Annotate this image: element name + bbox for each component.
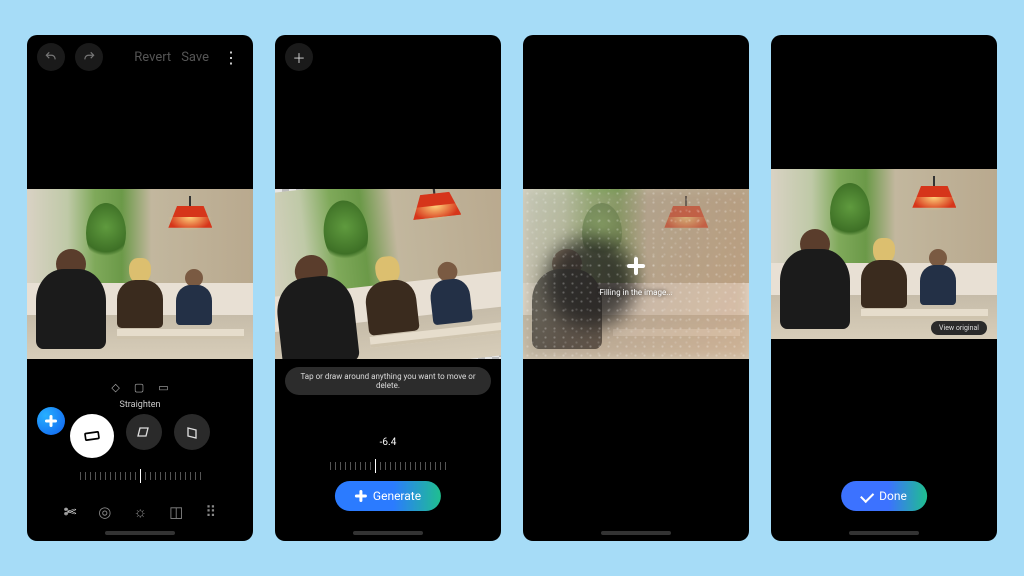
tab-more-icon[interactable]: ⠿	[205, 503, 216, 521]
check-icon	[860, 489, 874, 503]
home-indicator	[353, 531, 423, 535]
sparkle-icon	[355, 490, 367, 502]
selection-hint: Tap or draw around anything you want to …	[285, 367, 491, 395]
aspect-mode-row: ◇ ▢ ▭	[27, 381, 253, 394]
photo-preview[interactable]	[27, 189, 253, 359]
editor-tab-bar: ✄ ◎ ☼ ◫ ⠿	[27, 503, 253, 521]
generate-button-label: Generate	[373, 489, 421, 503]
skew-vertical-button[interactable]	[174, 414, 210, 450]
magic-editor-loading-screen: Filling in the image...	[523, 35, 749, 541]
save-button[interactable]: Save	[181, 50, 209, 65]
filling-label: Filling in the image...	[599, 288, 672, 297]
restaurant-scene-image	[275, 189, 501, 359]
done-button-label: Done	[879, 489, 907, 503]
tab-light-icon[interactable]: ☼	[133, 503, 147, 521]
aspect-free-icon[interactable]: ◇	[111, 381, 119, 394]
sparkle-icon	[627, 257, 645, 275]
tab-filter-icon[interactable]: ◫	[169, 503, 183, 521]
revert-button[interactable]: Revert	[134, 50, 171, 65]
home-indicator	[601, 531, 671, 535]
aspect-original-icon[interactable]: ▢	[134, 381, 144, 394]
view-original-chip[interactable]: View original	[931, 321, 987, 335]
redo-button[interactable]	[75, 43, 103, 71]
home-indicator	[849, 531, 919, 535]
photo-editor-crop-screen: Revert Save ⋮ ◇ ▢ ▭ Straighten	[27, 35, 253, 541]
straighten-label: Straighten	[27, 400, 253, 410]
home-indicator	[105, 531, 175, 535]
done-button[interactable]: Done	[841, 481, 927, 511]
aspect-square-icon[interactable]: ▭	[158, 381, 168, 394]
magic-editor-select-screen: ＋ Tap or draw around anything you want t…	[275, 35, 501, 541]
top-bar: ＋	[275, 35, 501, 79]
tab-crop-icon[interactable]: ✄	[64, 503, 77, 521]
magic-editor-result-screen: View original Done	[771, 35, 997, 541]
add-button[interactable]: ＋	[285, 43, 313, 71]
straighten-button[interactable]	[70, 414, 114, 458]
photo-preview[interactable]	[275, 189, 501, 359]
sparkle-fab[interactable]	[37, 407, 65, 435]
generate-button[interactable]: Generate	[335, 481, 441, 511]
restaurant-scene-image	[27, 189, 253, 359]
overflow-menu-button[interactable]: ⋮	[219, 48, 243, 67]
restaurant-scene-image	[771, 169, 997, 339]
undo-button[interactable]	[37, 43, 65, 71]
angle-value: -6.4	[275, 437, 501, 448]
tab-adjust-icon[interactable]: ◎	[98, 503, 111, 521]
top-bar	[523, 35, 749, 79]
photo-preview: Filling in the image...	[523, 189, 749, 359]
top-bar: Revert Save ⋮	[27, 35, 253, 79]
sparkle-icon	[45, 415, 57, 427]
angle-dial[interactable]	[27, 466, 253, 486]
angle-dial[interactable]	[275, 456, 501, 476]
top-bar	[771, 35, 997, 79]
photo-preview[interactable]	[771, 169, 997, 339]
skew-horizontal-button[interactable]	[126, 414, 162, 450]
